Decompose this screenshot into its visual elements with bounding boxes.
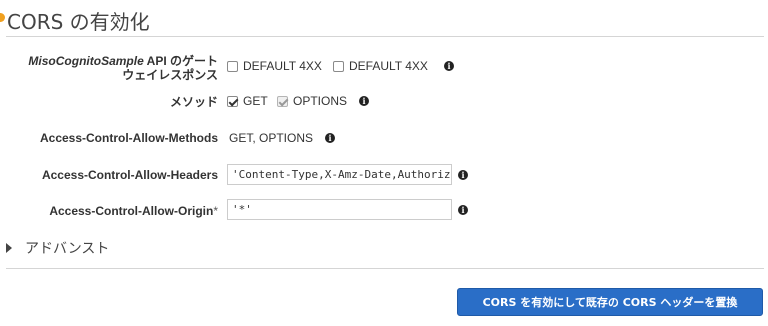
- allow-methods-value: GET, OPTIONS: [229, 131, 314, 145]
- allow-origin-label: Access-Control-Allow-Origin*: [49, 204, 218, 218]
- checkbox-options: OPTIONS: [277, 94, 347, 108]
- checkbox-label: OPTIONS: [293, 94, 348, 108]
- allow-headers-label: Access-Control-Allow-Headers: [41, 168, 218, 182]
- allow-headers-input[interactable]: 'Content-Type,X-Amz-Date,Authoriz: [227, 164, 452, 185]
- required-mark: *: [213, 204, 218, 218]
- allow-origin-input[interactable]: '*': [227, 199, 452, 220]
- methods-label: メソッド: [169, 95, 218, 109]
- checkbox-box[interactable]: [227, 95, 238, 107]
- checkbox-get[interactable]: GET: [227, 94, 268, 108]
- allow-origin-label-text: Access-Control-Allow-Origin: [49, 204, 214, 218]
- gateway-label-rest: API のゲート: [143, 54, 218, 68]
- info-icon[interactable]: i: [458, 170, 468, 180]
- checkbox-box: [277, 95, 288, 107]
- advanced-toggle[interactable]: アドバンスト: [6, 238, 109, 258]
- enable-cors-button[interactable]: CORS を有効にして既存の CORS ヘッダーを置換: [457, 288, 763, 316]
- api-name: MisoCognitoSample: [28, 54, 144, 68]
- advanced-label: アドバンスト: [25, 241, 110, 257]
- checkbox-box[interactable]: [333, 60, 344, 72]
- info-icon[interactable]: i: [458, 205, 468, 215]
- checkbox-box[interactable]: [227, 60, 238, 72]
- info-icon[interactable]: i: [359, 96, 369, 106]
- allow-methods-label: Access-Control-Allow-Methods: [39, 131, 218, 145]
- info-icon[interactable]: i: [444, 61, 454, 71]
- gateway-responses-label: MisoCognitoSample API のゲート ウェイレスポンス: [28, 54, 218, 82]
- status-dot-icon: [0, 13, 5, 22]
- checkbox-label: DEFAULT 4XX: [349, 59, 428, 73]
- divider: [6, 36, 764, 37]
- checkbox-default-4xx-1[interactable]: DEFAULT 4XX: [227, 59, 322, 73]
- checkbox-default-4xx-2[interactable]: DEFAULT 4XX: [333, 59, 428, 73]
- page-title: CORS の有効化: [7, 10, 150, 34]
- checkbox-label: DEFAULT 4XX: [243, 59, 322, 73]
- checkbox-label: GET: [243, 94, 268, 108]
- info-icon[interactable]: i: [325, 133, 335, 143]
- divider: [6, 268, 764, 269]
- caret-right-icon: [6, 243, 12, 253]
- gateway-label-line2: ウェイレスポンス: [122, 68, 218, 82]
